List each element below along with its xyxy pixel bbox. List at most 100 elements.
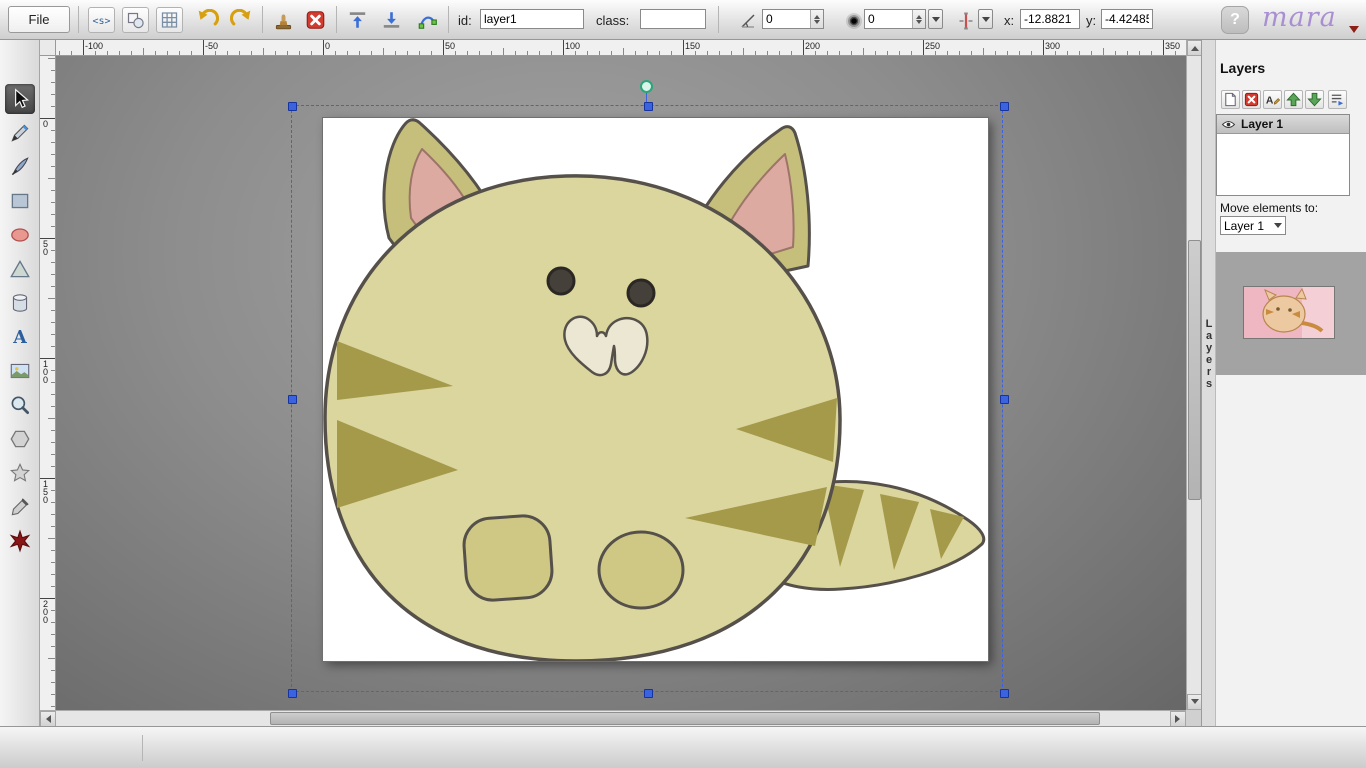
merge-layer-button[interactable] xyxy=(1328,90,1347,109)
clone-button[interactable] xyxy=(270,7,297,33)
file-menu-button[interactable]: File xyxy=(8,6,70,33)
align-dropdown-button[interactable] xyxy=(978,9,993,29)
ruler-label: 100 xyxy=(43,360,48,384)
ruler-label: 150 xyxy=(685,41,700,51)
text-tool-button[interactable]: A xyxy=(5,322,35,352)
path-tool-button[interactable] xyxy=(5,152,35,182)
image-tool-button[interactable] xyxy=(5,356,35,386)
selection-handle-sw[interactable] xyxy=(288,689,297,698)
connector-tool-button[interactable] xyxy=(5,526,35,556)
class-label: class: xyxy=(596,13,629,28)
rename-layer-icon: A xyxy=(1264,91,1281,108)
tools-sidebar: A xyxy=(0,40,40,726)
help-button[interactable]: ? xyxy=(1221,6,1249,34)
horizontal-scroll-thumb[interactable] xyxy=(270,712,1100,725)
layer-row[interactable]: Layer 1 xyxy=(1217,115,1349,134)
selection-handle-ne[interactable] xyxy=(1000,102,1009,111)
horizontal-scrollbar[interactable] xyxy=(40,710,1186,726)
logo-menu-caret[interactable] xyxy=(1349,26,1359,38)
canvas-workspace[interactable] xyxy=(56,56,1186,710)
new-layer-button[interactable] xyxy=(1221,90,1240,109)
selection-handle-e[interactable] xyxy=(1000,395,1009,404)
selection-handle-nw[interactable] xyxy=(288,102,297,111)
scroll-up-button[interactable] xyxy=(1187,40,1202,56)
delete-button[interactable] xyxy=(302,7,329,33)
ruler-label: 200 xyxy=(43,600,48,624)
ruler-label: 100 xyxy=(565,41,580,51)
layers-panel-collapse-strip[interactable]: Layers xyxy=(1202,40,1216,726)
redo-button[interactable] xyxy=(228,7,255,33)
document-thumbnail[interactable] xyxy=(1244,287,1334,338)
redo-icon xyxy=(230,9,253,31)
ruler-label: 150 xyxy=(43,480,48,504)
zoom-tool-button[interactable] xyxy=(5,390,35,420)
ruler-label: 200 xyxy=(805,41,820,51)
selection-handle-se[interactable] xyxy=(1000,689,1009,698)
cylinder-icon xyxy=(8,291,32,315)
convert-to-path-button[interactable] xyxy=(414,7,441,33)
svg-text:A: A xyxy=(1266,95,1274,106)
move-layer-down-button[interactable] xyxy=(1305,90,1324,109)
pencil-tool-button[interactable] xyxy=(5,118,35,148)
eyedropper-tool-button[interactable] xyxy=(5,492,35,522)
svg-text:A: A xyxy=(12,328,27,348)
layer-name: Layer 1 xyxy=(1241,117,1283,131)
edit-source-button[interactable]: <s> xyxy=(88,7,115,33)
selection-handle-n[interactable] xyxy=(644,102,653,111)
layer-list-icon xyxy=(1329,91,1346,108)
vertical-scrollbar[interactable] xyxy=(1186,40,1201,710)
source-code-icon: <s> xyxy=(91,10,112,30)
blur-icon xyxy=(842,9,866,33)
layer-visibility-icon[interactable] xyxy=(1221,119,1236,130)
x-input[interactable] xyxy=(1020,9,1080,29)
angle-spinner[interactable] xyxy=(810,10,823,28)
scroll-left-button[interactable] xyxy=(40,711,56,727)
vertical-scroll-thumb[interactable] xyxy=(1188,240,1201,500)
shapes-icon xyxy=(125,10,146,30)
document-properties-button[interactable] xyxy=(122,7,149,33)
shape-library-tool-button[interactable] xyxy=(5,288,35,318)
scroll-right-button[interactable] xyxy=(1170,711,1186,727)
ellipse-icon xyxy=(8,223,32,247)
top-toolbar: File <s> xyxy=(0,0,1366,40)
separator xyxy=(262,6,263,33)
rename-layer-button[interactable]: A xyxy=(1263,90,1282,109)
id-input[interactable] xyxy=(480,9,584,29)
y-label: y: xyxy=(1086,13,1096,28)
triangle-tool-button[interactable] xyxy=(5,254,35,284)
star-tool-button[interactable] xyxy=(5,458,35,488)
move-layer-up-button[interactable] xyxy=(1284,90,1303,109)
thumbnail-cat-image xyxy=(1244,287,1334,338)
move-elements-select[interactable]: Layer 1 xyxy=(1220,216,1286,235)
grid-toggle-button[interactable] xyxy=(156,7,183,33)
blur-spinner[interactable] xyxy=(912,10,925,28)
layers-panel-title: Layers xyxy=(1220,60,1265,76)
rotation-handle[interactable] xyxy=(640,80,653,93)
select-tool-button[interactable] xyxy=(5,84,35,114)
move-elements-label: Move elements to: xyxy=(1220,201,1318,215)
ruler-label: 350 xyxy=(1165,41,1180,51)
ruler-label: 50 xyxy=(445,41,455,51)
selection-handle-s[interactable] xyxy=(644,689,653,698)
y-input[interactable] xyxy=(1101,9,1153,29)
triangle-icon xyxy=(8,257,32,281)
selection-handle-w[interactable] xyxy=(288,395,297,404)
delete-layer-button[interactable] xyxy=(1242,90,1261,109)
bring-to-front-button[interactable] xyxy=(344,7,371,33)
layer-list: Layer 1 xyxy=(1216,114,1350,196)
send-to-back-button[interactable] xyxy=(378,7,405,33)
delete-icon xyxy=(304,9,327,31)
rectangle-tool-button[interactable] xyxy=(5,186,35,216)
class-input[interactable] xyxy=(640,9,706,29)
eyedropper-icon xyxy=(8,495,32,519)
blur-dropdown-button[interactable] xyxy=(928,9,943,29)
layer-up-icon xyxy=(1285,91,1302,108)
undo-button[interactable] xyxy=(194,7,221,33)
delete-layer-icon xyxy=(1243,91,1260,108)
scroll-down-button[interactable] xyxy=(1187,694,1202,710)
polygon-tool-button[interactable] xyxy=(5,424,35,454)
pencil-icon xyxy=(8,121,32,145)
separator xyxy=(718,6,719,33)
ellipse-tool-button[interactable] xyxy=(5,220,35,250)
vertical-ruler: 050100150200 xyxy=(40,56,56,710)
